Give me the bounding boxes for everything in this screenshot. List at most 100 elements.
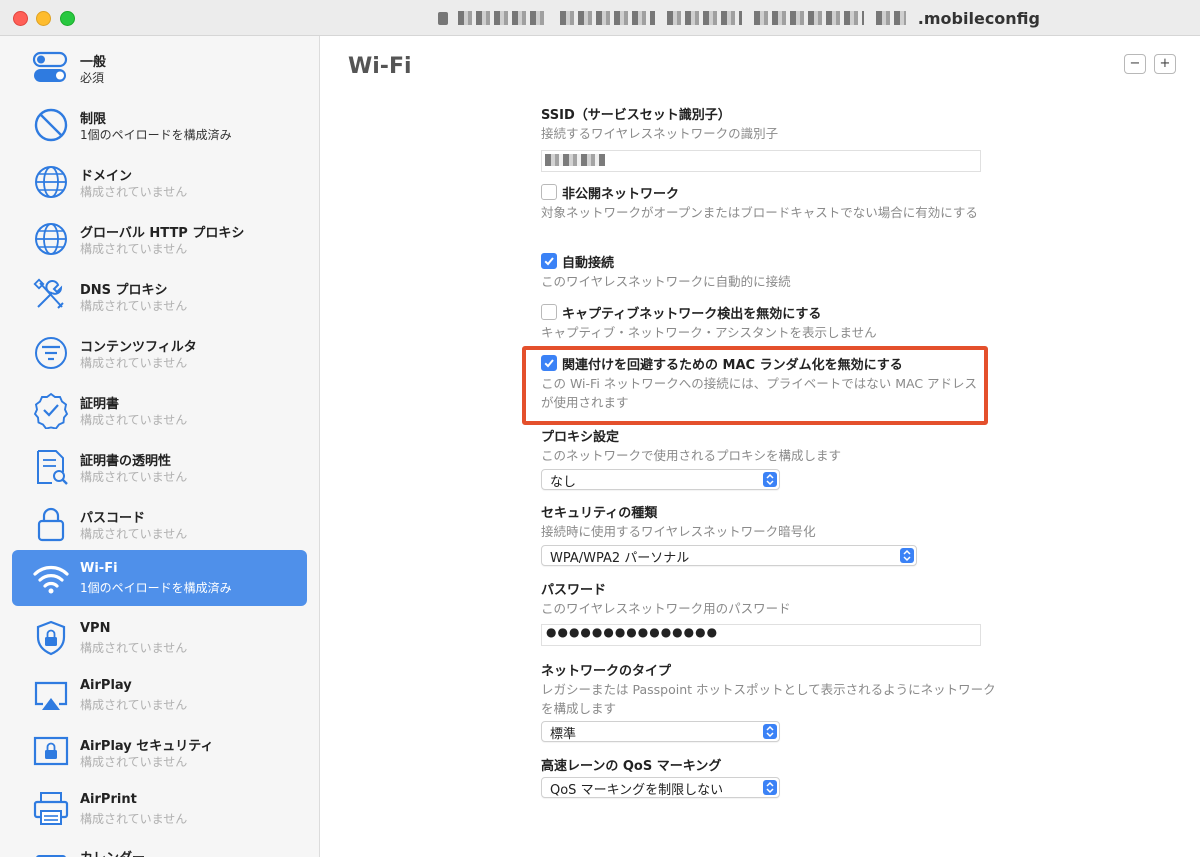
captive-detection-checkbox[interactable] xyxy=(541,304,557,320)
qos-popup[interactable]: QoS マーキングを制限しない xyxy=(541,777,780,798)
title-bar: .mobileconfig xyxy=(0,0,1200,36)
sidebar-item-passcode[interactable]: パスコード 構成されていません xyxy=(12,496,307,552)
password-label: パスワード xyxy=(541,583,607,598)
sidebar-item-title: ドメイン xyxy=(80,169,133,184)
proxy-label: プロキシ設定 xyxy=(541,430,620,445)
document-search-icon xyxy=(32,448,70,486)
sidebar-item-restrictions[interactable]: 制限 1個のペイロードを構成済み xyxy=(12,97,307,153)
sidebar-item-subtitle: 1個のペイロードを構成済み xyxy=(80,581,232,595)
proxy-value: なし xyxy=(550,475,577,490)
sidebar-item-vpn[interactable]: VPN 構成されていません xyxy=(12,610,307,666)
redacted-text xyxy=(875,11,906,25)
sidebar-item-title: Wi-Fi xyxy=(80,561,118,576)
sidebar-item-airplay-security[interactable]: AirPlay セキュリティ 構成されていません xyxy=(12,724,307,780)
chevron-updown-icon xyxy=(763,780,777,795)
hidden-network-label: 非公開ネットワーク xyxy=(562,187,680,202)
qos-value: QoS マーキングを制限しない xyxy=(550,783,724,798)
sidebar-item-title: DNS プロキシ xyxy=(80,283,168,298)
captive-detection-label: キャプティブネットワーク検出を無効にする xyxy=(562,307,822,322)
redacted-text xyxy=(457,11,548,25)
mac-randomization-description: この Wi-Fi ネットワークへの接続には、プライベートではない MAC アドレ… xyxy=(541,376,978,410)
sidebar-item-global-http-proxy[interactable]: グローバル HTTP プロキシ 構成されていません xyxy=(12,211,307,267)
filter-icon xyxy=(32,334,70,372)
window-title-wrap: .mobileconfig xyxy=(437,7,1040,29)
calendar-icon xyxy=(32,845,70,857)
sidebar-item-airplay[interactable]: AirPlay 構成されていません xyxy=(12,667,307,723)
sidebar-item-title: AirPlay セキュリティ xyxy=(80,739,214,754)
sidebar-item-calendar[interactable]: カレンダー xyxy=(12,836,307,857)
ssid-label: SSID（サービスセット識別子） xyxy=(541,108,731,123)
ssid-field[interactable] xyxy=(541,150,981,172)
certificate-badge-icon xyxy=(32,391,70,430)
security-popup[interactable]: WPA/WPA2 パーソナル xyxy=(541,545,917,566)
sidebar-item-title: パスコード xyxy=(80,511,146,526)
payload-sidebar: 一般 必須 制限 1個のペイロードを構成済み ドメイン 構成されていません グロ… xyxy=(0,36,320,857)
remove-payload-button[interactable]: − xyxy=(1124,54,1146,74)
mac-randomization-label: 関連付けを回避するための MAC ランダム化を無効にする xyxy=(562,358,903,373)
sidebar-item-subtitle: 構成されていません xyxy=(80,812,188,826)
mac-randomization-checkbox[interactable] xyxy=(541,355,557,371)
sidebar-item-content-filter[interactable]: コンテンツフィルタ 構成されていません xyxy=(12,325,307,381)
sidebar-item-airprint[interactable]: AirPrint 構成されていません xyxy=(12,781,307,837)
sidebar-item-subtitle: 構成されていません xyxy=(80,185,188,199)
prohibited-icon xyxy=(32,106,70,144)
sidebar-item-subtitle: 1個のペイロードを構成済み xyxy=(80,128,232,142)
sidebar-item-title: AirPlay xyxy=(80,678,132,693)
add-payload-button[interactable]: + xyxy=(1154,54,1176,74)
sidebar-item-title: カレンダー xyxy=(80,847,145,857)
network-type-popup[interactable]: 標準 xyxy=(541,721,780,742)
network-type-value: 標準 xyxy=(550,727,577,742)
sidebar-item-subtitle: 構成されていません xyxy=(80,641,188,655)
window-title: .mobileconfig xyxy=(917,8,1040,28)
minimize-window-button[interactable] xyxy=(36,11,51,26)
sidebar-item-subtitle: 構成されていません xyxy=(80,527,188,541)
qos-label: 高速レーンの QoS マーキング xyxy=(541,759,722,774)
toggle-icon xyxy=(32,49,70,87)
sidebar-item-dns-proxy[interactable]: DNS プロキシ 構成されていません xyxy=(12,268,307,324)
airplay-icon xyxy=(32,676,70,714)
sidebar-item-certificate-transparency[interactable]: 証明書の透明性 構成されていません xyxy=(12,439,307,495)
sidebar-item-subtitle: 構成されていません xyxy=(80,356,188,370)
sidebar-item-general[interactable]: 一般 必須 xyxy=(12,40,307,96)
sidebar-item-subtitle: 構成されていません xyxy=(80,242,188,256)
password-field[interactable]: ●●●●●●●●●●●●●●● xyxy=(541,624,981,646)
security-description: 接続時に使用するワイヤレスネットワーク暗号化 xyxy=(541,524,816,539)
sidebar-item-title: グローバル HTTP プロキシ xyxy=(80,226,245,241)
redacted-ssid xyxy=(545,154,605,166)
document-icon xyxy=(437,11,448,25)
chevron-updown-icon xyxy=(763,472,777,487)
sidebar-item-subtitle: 構成されていません xyxy=(80,470,188,484)
sidebar-item-title: 証明書 xyxy=(80,397,120,412)
shield-lock-icon xyxy=(32,619,70,657)
auto-join-checkbox[interactable] xyxy=(541,253,557,269)
printer-icon xyxy=(32,790,70,828)
sidebar-item-domains[interactable]: ドメイン 構成されていません xyxy=(12,154,307,210)
proxy-popup[interactable]: なし xyxy=(541,469,780,490)
sidebar-item-title: 一般 xyxy=(80,55,107,70)
hidden-network-description: 対象ネットワークがオープンまたはブロードキャストでない場合に有効にする xyxy=(541,205,978,220)
auto-join-label: 自動接続 xyxy=(562,256,615,271)
ssid-description: 接続するワイヤレスネットワークの識別子 xyxy=(541,126,779,141)
close-window-button[interactable] xyxy=(13,11,28,26)
captive-detection-description: キャプティブ・ネットワーク・アシスタントを表示しません xyxy=(541,325,877,340)
password-value: ●●●●●●●●●●●●●●● xyxy=(546,625,719,639)
globe-icon xyxy=(32,220,70,258)
tools-icon xyxy=(32,277,70,315)
proxy-description: このネットワークで使用されるプロキシを構成します xyxy=(541,448,842,463)
security-value: WPA/WPA2 パーソナル xyxy=(550,551,690,566)
screen-lock-icon xyxy=(32,733,70,771)
sidebar-item-certificates[interactable]: 証明書 構成されていません xyxy=(12,382,307,438)
wifi-icon xyxy=(32,559,70,597)
sidebar-item-title: VPN xyxy=(80,621,111,636)
hidden-network-checkbox[interactable] xyxy=(541,184,557,200)
zoom-window-button[interactable] xyxy=(60,11,75,26)
sidebar-item-subtitle: 構成されていません xyxy=(80,755,188,769)
sidebar-item-wifi[interactable]: Wi-Fi 1個のペイロードを構成済み xyxy=(12,550,307,606)
payload-editor: Wi-Fi − + SSID（サービスセット識別子） 接続するワイヤレスネットワ… xyxy=(320,36,1200,857)
auto-join-description: このワイヤレスネットワークに自動的に接続 xyxy=(541,274,791,289)
lock-icon xyxy=(32,505,70,543)
page-title: Wi-Fi xyxy=(348,54,412,79)
chevron-updown-icon xyxy=(900,548,914,563)
redacted-text xyxy=(666,11,742,25)
sidebar-item-title: 証明書の透明性 xyxy=(80,454,172,469)
